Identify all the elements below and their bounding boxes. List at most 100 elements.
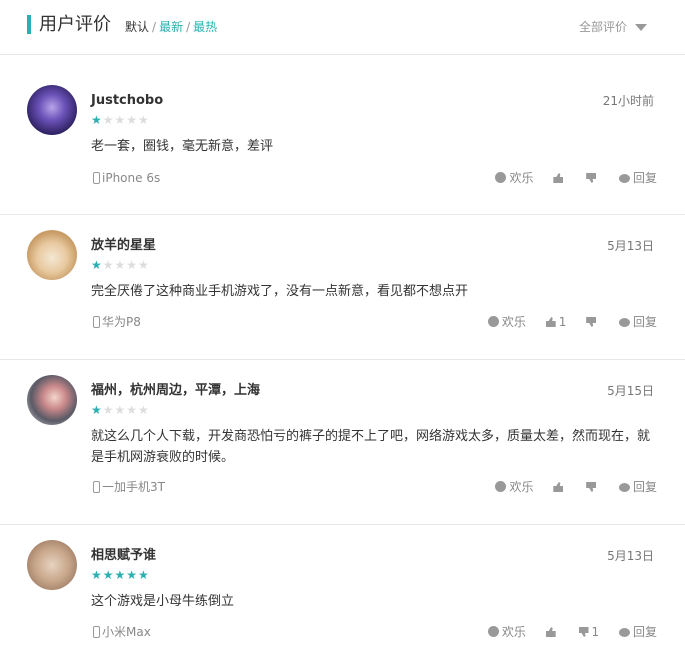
comment-icon xyxy=(618,318,630,327)
like-button[interactable] xyxy=(553,478,566,496)
device-name: iPhone 6s xyxy=(102,171,161,185)
device-name: 一加手机3T xyxy=(102,480,165,494)
like-count: 1 xyxy=(558,315,567,329)
review-device: 华为P8 xyxy=(93,313,141,331)
review-username[interactable]: Justchobo xyxy=(91,92,163,110)
reply-label: 回复 xyxy=(632,625,657,639)
reply-button[interactable]: 回复 xyxy=(618,478,657,496)
review-device: 一加手机3T xyxy=(93,478,165,496)
review-actions: 欢乐 1 回复 xyxy=(472,313,657,331)
phone-icon xyxy=(93,481,100,493)
thumbs-up-icon xyxy=(553,482,564,492)
stars-filled: ★ xyxy=(91,113,103,127)
thumbs-up-icon xyxy=(545,627,556,637)
star-rating: ★★★★★ xyxy=(91,404,150,416)
device-name: 小米Max xyxy=(102,625,151,639)
reviews-header: 用户评价 默认 / 最新 / 最热 全部评价 xyxy=(0,0,685,55)
stars-empty: ★★★★ xyxy=(102,258,150,272)
review-username[interactable]: 福州，杭州周边，平潭，上海 xyxy=(91,382,260,400)
happy-label: 欢乐 xyxy=(509,480,534,494)
stars-filled: ★★★★★ xyxy=(91,568,150,582)
sort-separator: / xyxy=(186,20,191,34)
filter-label: 全部评价 xyxy=(578,20,627,34)
sort-hottest[interactable]: 最热 xyxy=(193,20,217,34)
stars-filled: ★ xyxy=(91,403,103,417)
review-time: 5月13日 xyxy=(607,239,654,253)
reply-button[interactable]: 回复 xyxy=(618,169,657,187)
reply-label: 回复 xyxy=(632,171,657,185)
phone-icon xyxy=(93,626,100,638)
smile-icon xyxy=(487,626,499,637)
star-rating: ★★★★★ xyxy=(91,114,150,126)
review-actions: 欢乐 1 回复 xyxy=(472,623,657,641)
thumbs-down-icon xyxy=(586,317,597,327)
reply-label: 回复 xyxy=(632,315,657,329)
avatar[interactable] xyxy=(27,540,77,590)
reply-button[interactable]: 回复 xyxy=(618,313,657,331)
review-time: 5月13日 xyxy=(607,549,654,563)
reply-label: 回复 xyxy=(632,480,657,494)
smile-icon xyxy=(495,481,507,492)
happy-label: 欢乐 xyxy=(501,625,526,639)
happy-button[interactable]: 欢乐 xyxy=(495,478,534,496)
star-rating: ★★★★★ xyxy=(91,259,150,271)
filter-dropdown[interactable]: 全部评价 xyxy=(579,18,627,36)
happy-button[interactable]: 欢乐 xyxy=(487,313,526,331)
avatar[interactable] xyxy=(27,375,77,425)
happy-label: 欢乐 xyxy=(509,171,534,185)
thumbs-down-icon xyxy=(578,627,589,637)
section-title: 用户评价 xyxy=(39,14,111,35)
review-actions: 欢乐 回复 xyxy=(479,478,657,496)
sort-default[interactable]: 默认 xyxy=(125,20,149,34)
like-button[interactable] xyxy=(553,169,566,187)
thumbs-down-icon xyxy=(586,173,597,183)
review-device: iPhone 6s xyxy=(93,169,160,187)
thumbs-up-icon xyxy=(553,173,564,183)
dislike-count: 1 xyxy=(591,625,600,639)
smile-icon xyxy=(487,316,499,327)
device-name: 华为P8 xyxy=(102,315,141,329)
dislike-button[interactable]: 1 xyxy=(578,623,600,641)
stars-filled: ★ xyxy=(91,258,103,272)
avatar[interactable] xyxy=(27,85,77,135)
sort-newest[interactable]: 最新 xyxy=(159,20,183,34)
reply-button[interactable]: 回复 xyxy=(618,623,657,641)
review-time: 21小时前 xyxy=(602,94,654,108)
review-item: 相思赋予谁 5月13日 ★★★★★ 这个游戏是小母牛练倒立 小米Max 欢乐 1… xyxy=(0,525,685,667)
stars-empty: ★★★★ xyxy=(102,403,150,417)
comment-icon xyxy=(618,628,630,637)
star-rating: ★★★★★ xyxy=(91,569,150,581)
phone-icon xyxy=(93,316,100,328)
dislike-button[interactable] xyxy=(586,478,599,496)
dislike-button[interactable] xyxy=(586,313,599,331)
dislike-button[interactable] xyxy=(586,169,599,187)
happy-button[interactable]: 欢乐 xyxy=(487,623,526,641)
review-text: 就这么几个人下载，开发商恐怕亏的裤子的提不上了吧，网络游戏太多，质量太差，然而现… xyxy=(91,429,651,465)
thumbs-up-icon xyxy=(545,317,556,327)
like-button[interactable]: 1 xyxy=(545,313,567,331)
like-button[interactable] xyxy=(545,623,559,641)
title-accent-bar xyxy=(27,15,31,34)
review-item: 放羊的星星 5月13日 ★★★★★ 完全厌倦了这种商业手机游戏了，没有一点新意，… xyxy=(0,215,685,360)
review-item: 福州，杭州周边，平潭，上海 5月15日 ★★★★★ 就这么几个人下载，开发商恐怕… xyxy=(0,360,685,525)
stars-empty: ★★★★ xyxy=(102,113,150,127)
comment-icon xyxy=(618,174,630,183)
caret-down-icon[interactable] xyxy=(635,24,647,31)
review-actions: 欢乐 回复 xyxy=(479,169,657,187)
review-text: 老一套，圈钱，毫无新意，差评 xyxy=(91,139,274,154)
review-device: 小米Max xyxy=(93,623,151,641)
review-username[interactable]: 相思赋予谁 xyxy=(91,547,156,565)
review-username[interactable]: 放羊的星星 xyxy=(91,237,156,255)
review-text: 完全厌倦了这种商业手机游戏了，没有一点新意，看见都不想点开 xyxy=(91,284,469,299)
comment-icon xyxy=(618,483,630,492)
thumbs-down-icon xyxy=(586,482,597,492)
sort-options: 默认 / 最新 / 最热 xyxy=(125,18,217,36)
avatar[interactable] xyxy=(27,230,77,280)
review-text: 这个游戏是小母牛练倒立 xyxy=(91,594,235,609)
smile-icon xyxy=(495,172,507,183)
phone-icon xyxy=(93,172,100,184)
sort-separator: / xyxy=(152,20,157,34)
happy-button[interactable]: 欢乐 xyxy=(495,169,534,187)
review-time: 5月15日 xyxy=(607,384,654,398)
review-item: Justchobo 21小时前 ★★★★★ 老一套，圈钱，毫无新意，差评 iPh… xyxy=(0,55,685,215)
